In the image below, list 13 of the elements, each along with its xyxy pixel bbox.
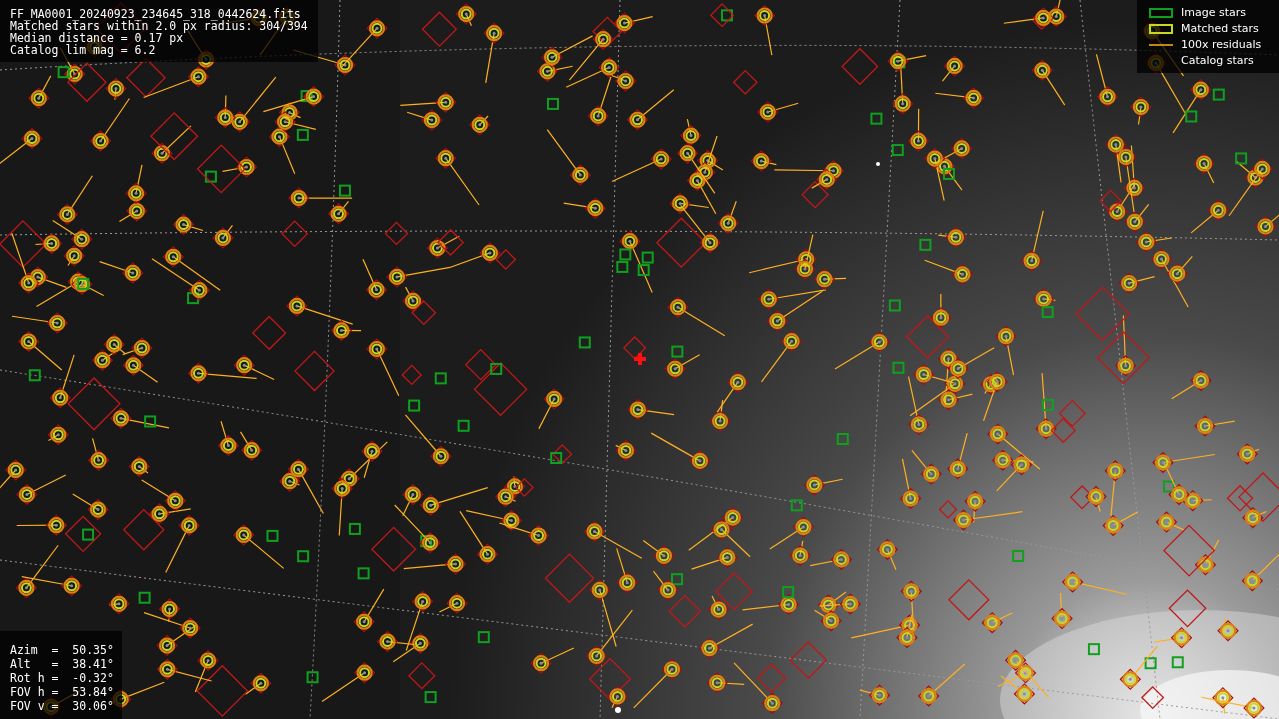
legend-label: Catalog stars bbox=[1181, 54, 1254, 67]
pointing-text: Rot h = -0.32° bbox=[10, 671, 112, 685]
legend-label: 100x residuals bbox=[1181, 38, 1262, 51]
info-text: Median distance = 0.17 px bbox=[10, 32, 184, 44]
pointing-text: Alt = 38.41° bbox=[10, 657, 112, 671]
legend-label: Image stars bbox=[1181, 6, 1246, 19]
pointing-text: FOV h = 53.84° bbox=[10, 685, 112, 699]
pointing-text: Azim = 50.35° bbox=[10, 643, 112, 657]
info-text: Catalog lim mag = 6.2 bbox=[10, 44, 157, 56]
pointing-text: FOV v = 30.06° bbox=[10, 699, 112, 713]
info-text: FF_MA0001_20240923_234645_318_0442624.fits bbox=[10, 8, 302, 20]
legend-label: Matched stars bbox=[1181, 22, 1259, 35]
info-text: Matched stars within 2.0 px radius: 304/394 bbox=[10, 20, 308, 32]
